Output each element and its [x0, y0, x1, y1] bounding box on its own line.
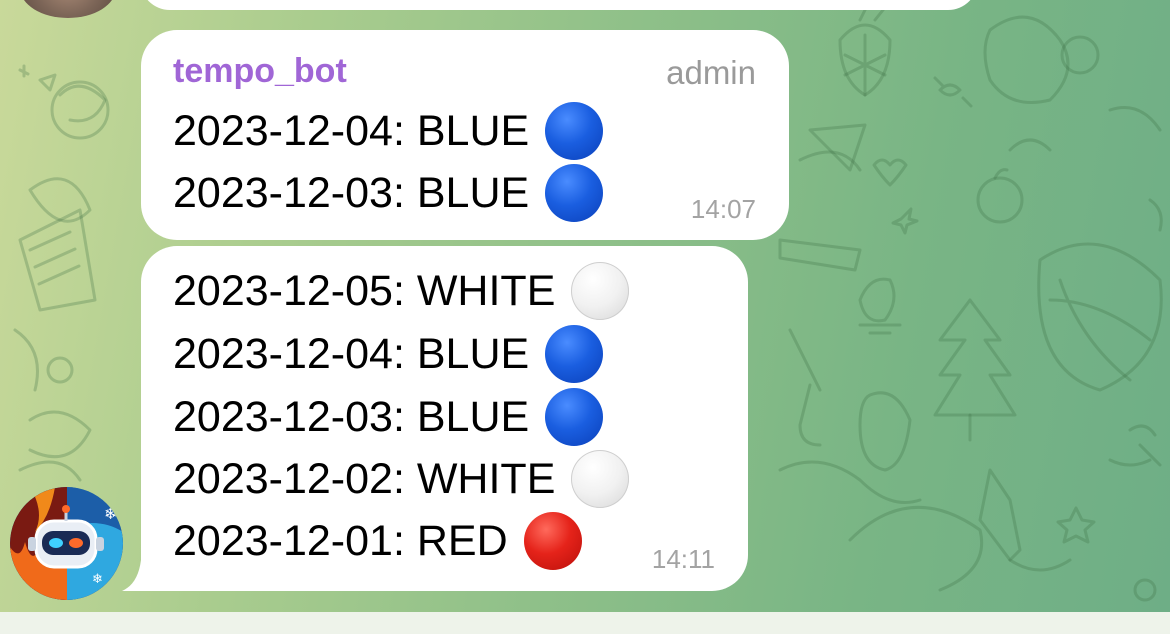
- message-bubble[interactable]: 2023-12-05: WHITE 2023-12-04: BLUE 2023-…: [141, 246, 748, 591]
- robot-icon: ❄ ❄: [10, 487, 123, 600]
- svg-text:❄: ❄: [92, 572, 103, 587]
- message-input-bar[interactable]: [0, 612, 1170, 634]
- message-line-text: 2023-12-02: WHITE: [173, 454, 556, 503]
- sender-name[interactable]: tempo_bot: [173, 52, 347, 91]
- message-bubble[interactable]: tempo_bot admin 2023-12-04: BLUE 2023-12…: [141, 30, 789, 240]
- message-line-text: 2023-12-04: BLUE: [173, 106, 530, 155]
- blue-circle-icon: [545, 164, 604, 222]
- message-line-text: 2023-12-05: WHITE: [173, 266, 556, 315]
- red-circle-icon: [523, 512, 582, 570]
- blue-circle-icon: [545, 325, 604, 383]
- message-line: 2023-12-04: BLUE: [173, 102, 604, 160]
- message-line: 2023-12-02: WHITE: [173, 450, 630, 508]
- message-line: 2023-12-01: RED: [173, 512, 582, 570]
- white-circle-icon: [571, 450, 630, 508]
- message-line-text: 2023-12-04: BLUE: [173, 329, 530, 378]
- message-line: 2023-12-03: BLUE: [173, 164, 604, 222]
- white-circle-icon: [571, 262, 630, 320]
- message-line: 2023-12-03: BLUE: [173, 388, 604, 446]
- blue-circle-icon: [545, 388, 604, 446]
- sender-role-badge: admin: [666, 54, 756, 91]
- message-time: 14:07: [690, 194, 756, 224]
- message-line-text: 2023-12-03: BLUE: [173, 392, 530, 441]
- message-line: 2023-12-04: BLUE: [173, 325, 604, 383]
- message-time: 14:11: [651, 544, 715, 574]
- previous-message-bubble: [140, 0, 978, 10]
- message-line: 2023-12-05: WHITE: [173, 262, 630, 320]
- bot-avatar[interactable]: ❄ ❄: [10, 487, 123, 600]
- blue-circle-icon: [545, 102, 604, 160]
- message-line-text: 2023-12-03: BLUE: [173, 168, 530, 217]
- message-line-text: 2023-12-01: RED: [173, 516, 508, 565]
